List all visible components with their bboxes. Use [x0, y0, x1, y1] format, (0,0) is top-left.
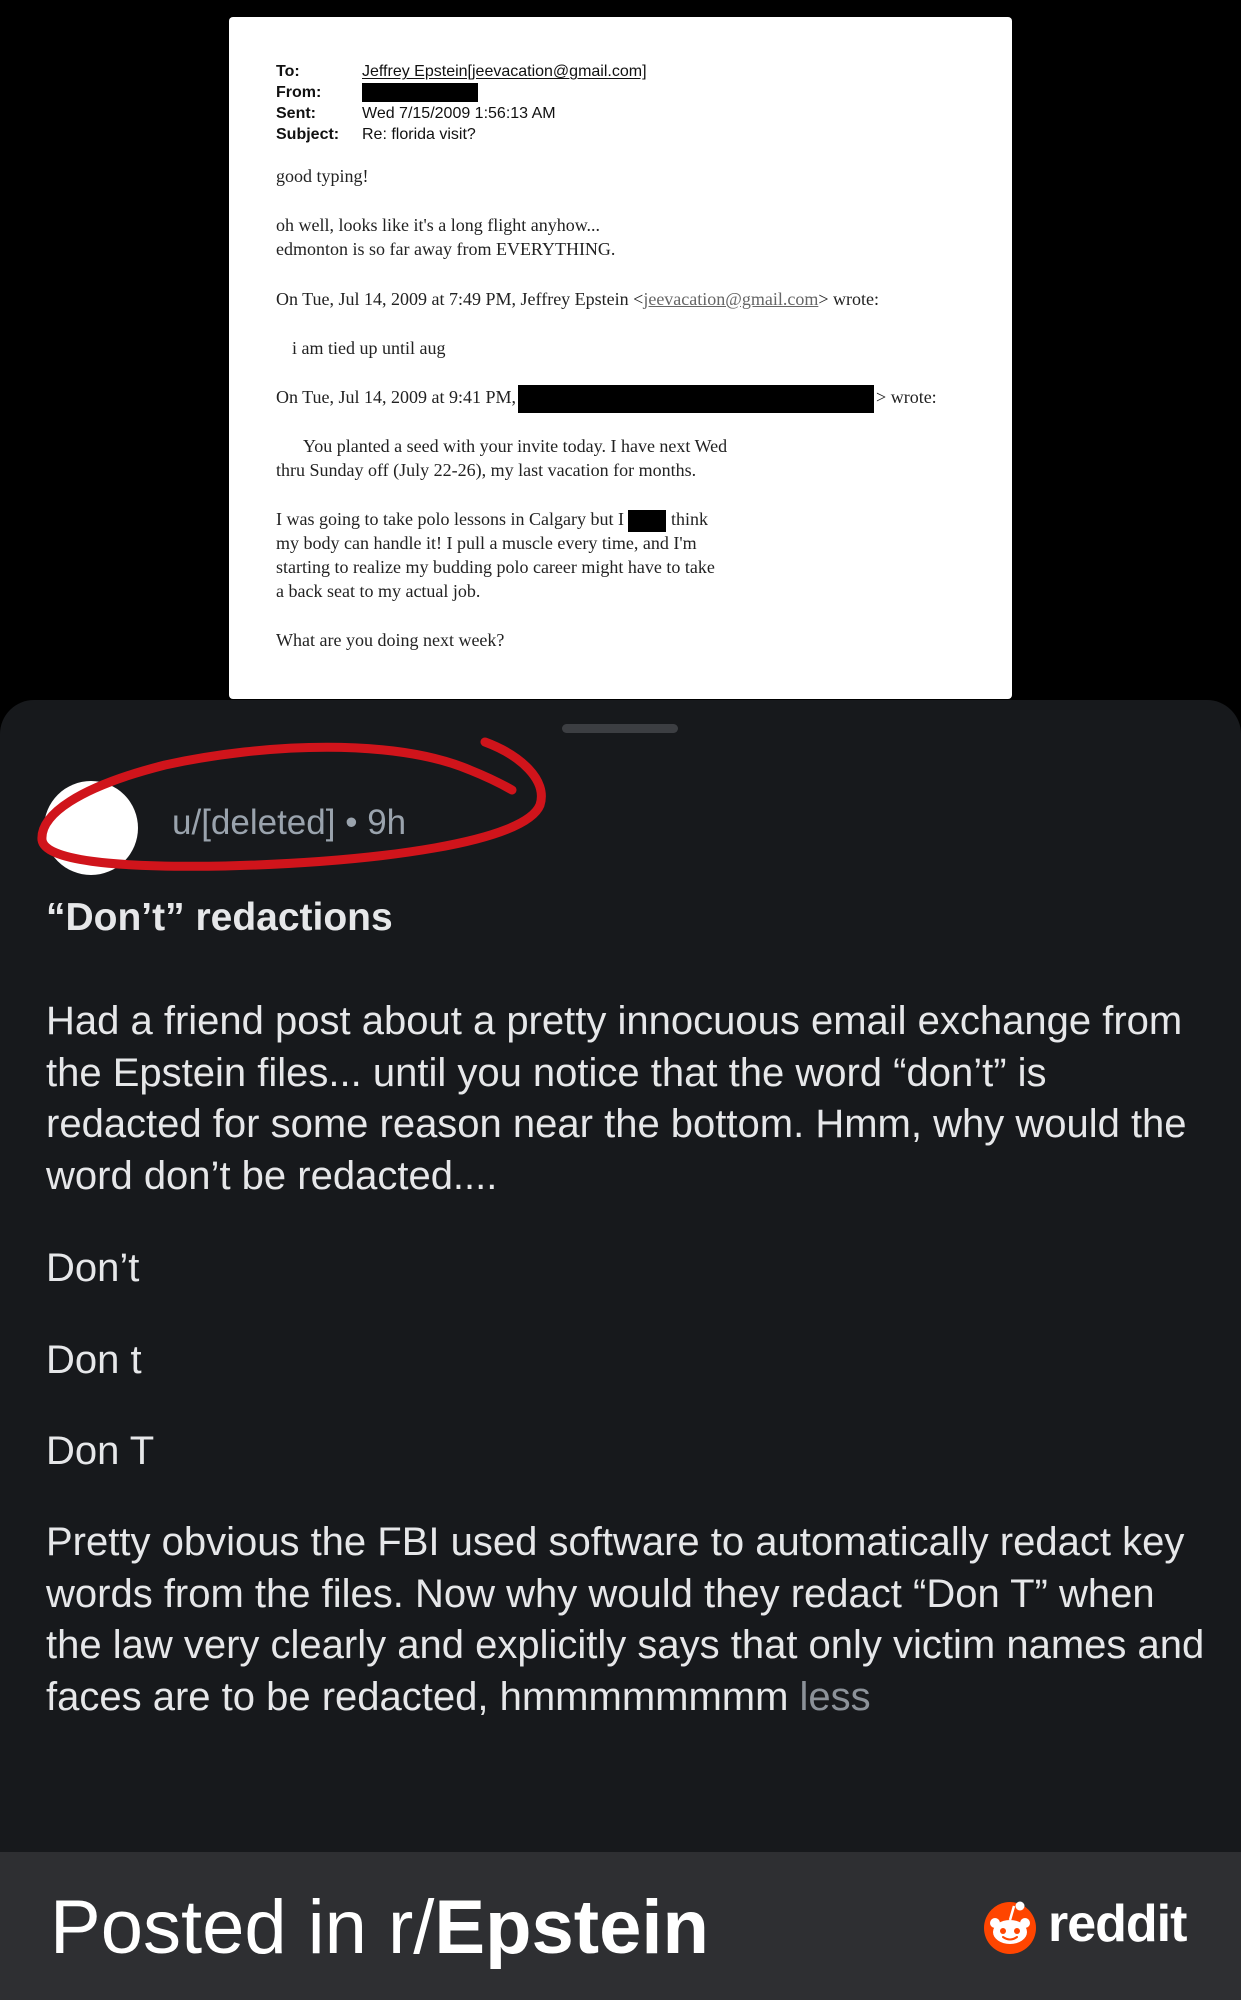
reddit-wordmark: reddit	[1048, 1895, 1187, 1953]
post-paragraph: Don’t	[46, 1246, 140, 1290]
subreddit-name[interactable]: Epstein	[434, 1885, 709, 1970]
redaction-bar	[628, 509, 667, 532]
quote-header: On Tue, Jul 14, 2009 at 9:41 PM, > wrote:	[276, 385, 937, 413]
email-line: good typing!	[276, 166, 369, 186]
meta-separator: •	[345, 803, 358, 842]
drag-handle[interactable]	[562, 724, 678, 733]
email-line: edmonton is so far away from EVERYTHING.	[276, 239, 616, 259]
email-line: You planted a seed with your invite toda…	[303, 436, 728, 456]
less-link[interactable]: less	[800, 1675, 871, 1719]
email-line: What are you doing next week?	[276, 630, 505, 650]
email-header: To: Jeffrey Epstein[jeevacation@gmail.com…	[276, 61, 647, 145]
email-line: thru Sunday off (July 22-26), my last va…	[276, 460, 697, 480]
post-paragraph: Had a friend post about a pretty innocuo…	[46, 999, 1187, 1198]
email-line: a back seat to my actual job.	[276, 581, 481, 601]
author-name[interactable]: u/[deleted]	[172, 803, 335, 842]
to-label: To:	[276, 63, 300, 80]
email-link[interactable]: jeevacation@gmail.com	[643, 289, 818, 309]
email-line: my body can handle it! I pull a muscle e…	[276, 533, 697, 553]
email-line: i am tied up until aug	[292, 338, 446, 358]
avatar[interactable]	[44, 781, 138, 875]
email-line: oh well, looks like it's a long flight a…	[276, 215, 601, 235]
post-meta: u/[deleted] • 9h	[172, 803, 406, 843]
sent-value: Wed 7/15/2009 1:56:13 AM	[362, 105, 556, 122]
to-value: Jeffrey Epstein[jeevacation@gmail.com]	[362, 63, 647, 80]
quote-header: On Tue, Jul 14, 2009 at 7:49 PM, Jeffrey…	[276, 289, 879, 309]
sent-label: Sent:	[276, 105, 316, 122]
post-paragraph: Don t	[46, 1338, 142, 1382]
post-title: “Don’t” redactions	[46, 896, 393, 939]
redaction-bar	[362, 83, 478, 103]
reddit-logo-icon	[984, 1901, 1036, 1954]
email-line: I was going to take polo lessons in Calg…	[276, 507, 708, 532]
redaction-bar	[518, 385, 875, 413]
post-age: 9h	[367, 803, 407, 842]
post-paragraph: Pretty obvious the FBI used software to …	[46, 1520, 1205, 1719]
email-screenshot: To: Jeffrey Epstein[jeevacation@gmail.com…	[229, 17, 1012, 699]
posted-in-label: Posted in r/Epstein	[50, 1885, 709, 1970]
from-label: From:	[276, 84, 322, 101]
subject-label: Subject:	[276, 126, 340, 143]
email-line: starting to realize my budding polo care…	[276, 557, 715, 577]
post-paragraph: Don T	[46, 1429, 155, 1473]
subject-value: Re: florida visit?	[362, 126, 476, 143]
